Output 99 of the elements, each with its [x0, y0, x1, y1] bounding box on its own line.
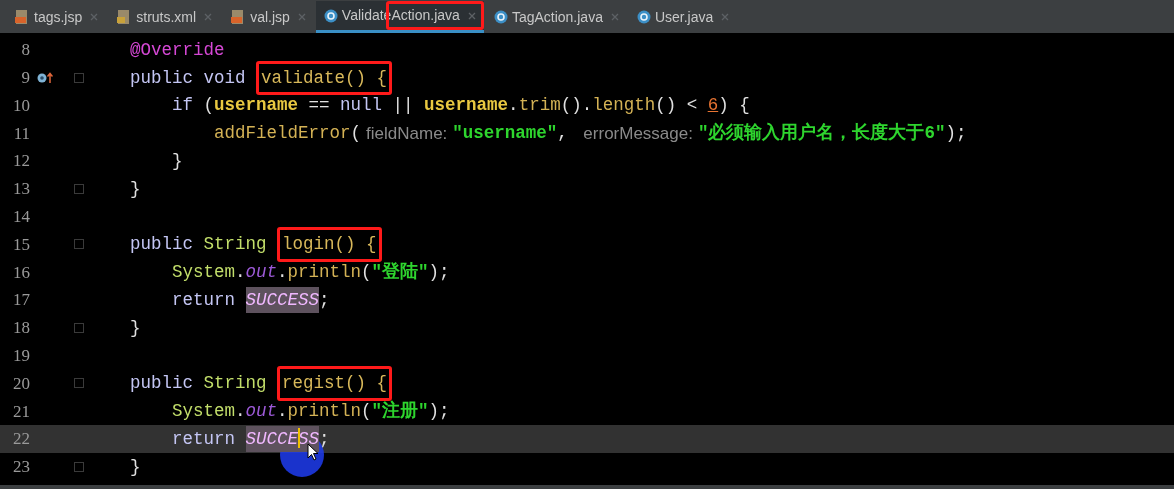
- type-name: System: [172, 400, 235, 424]
- method-name: validate() {: [256, 60, 393, 95]
- fold-icon[interactable]: [74, 183, 84, 194]
- code-text: );: [428, 400, 450, 424]
- constant: SUCCESS: [245, 286, 320, 314]
- field-name: username: [424, 94, 509, 118]
- tab-label: tags.jsp: [34, 7, 83, 27]
- type-name: System: [172, 261, 235, 285]
- jsp-file-icon: [14, 9, 30, 25]
- code-text: }: [130, 177, 141, 201]
- code-text: );: [945, 122, 967, 146]
- keyword: null: [340, 94, 383, 118]
- code-text: (: [361, 261, 372, 285]
- code-text: }: [130, 316, 141, 340]
- code-text: ||: [391, 94, 415, 118]
- code-text: (: [350, 122, 362, 146]
- line-number: 11: [12, 122, 30, 145]
- static-field: out: [245, 259, 278, 286]
- line-number: 10: [12, 94, 30, 117]
- class-icon: [493, 10, 508, 24]
- class-icon: [636, 10, 651, 24]
- code-text: .: [277, 400, 288, 424]
- override-icon[interactable]: [37, 71, 53, 84]
- close-icon[interactable]: [204, 13, 213, 21]
- keyword: public: [130, 233, 194, 257]
- tab-label: User.java: [654, 7, 714, 27]
- line-number: 13: [12, 178, 30, 201]
- annotation: @Override: [130, 38, 225, 62]
- close-icon[interactable]: [90, 13, 99, 21]
- line-number: 12: [12, 150, 30, 173]
- code-text: ;: [319, 288, 330, 312]
- code-text: .: [235, 400, 246, 424]
- code-text: () <: [655, 94, 699, 118]
- line-number: 19: [12, 344, 30, 367]
- line-number: 17: [12, 289, 30, 312]
- fold-icon[interactable]: [74, 239, 84, 250]
- string-literal: ″登陆″: [371, 261, 429, 285]
- code-text: .: [277, 261, 288, 285]
- string-literal: ″注册″: [371, 399, 429, 424]
- code-text: }: [130, 455, 141, 479]
- fold-icon[interactable]: [74, 461, 84, 472]
- keyword: if: [172, 94, 194, 118]
- method-name: regist() {: [277, 366, 393, 401]
- number-literal: 6: [707, 94, 719, 118]
- code-text: );: [428, 261, 450, 285]
- tab-label: TagAction.java: [511, 7, 603, 27]
- code-text: ;: [319, 427, 330, 451]
- line-number: 16: [12, 261, 30, 284]
- method-call: println: [287, 261, 362, 285]
- close-icon[interactable]: [721, 13, 730, 21]
- close-icon[interactable]: [467, 11, 476, 20]
- method-call: length: [592, 94, 656, 118]
- fold-icon[interactable]: [74, 72, 84, 83]
- code-text: .: [508, 94, 519, 118]
- tab-label: struts.xml: [136, 7, 197, 27]
- editor-tab[interactable]: User.java: [628, 1, 738, 33]
- code-text: ) {: [718, 94, 750, 118]
- code-text: ==: [307, 94, 331, 118]
- field-name: username: [214, 94, 299, 118]
- keyword: return: [172, 427, 236, 451]
- class-icon: [323, 8, 338, 23]
- editor-tab[interactable]: val.jsp: [222, 1, 314, 33]
- line-number: 14: [12, 205, 30, 228]
- string-literal: ″username″: [452, 122, 558, 146]
- parameter-hint: errorMessage:: [583, 122, 693, 145]
- type-name: String: [203, 233, 268, 257]
- fold-icon[interactable]: [74, 322, 84, 333]
- line-number: 22: [12, 428, 30, 451]
- line-number: 15: [12, 233, 30, 256]
- method-name: login() {: [277, 227, 382, 262]
- line-number: 21: [12, 400, 30, 423]
- tab-label: val.jsp: [250, 7, 290, 27]
- parameter-hint: fieldName:: [366, 122, 448, 145]
- keyword: public void: [130, 66, 247, 90]
- line-number: 20: [12, 372, 30, 395]
- code-text: ,: [557, 122, 569, 146]
- code-text: (: [203, 94, 215, 118]
- editor-tab[interactable]: tags.jsp: [6, 1, 107, 33]
- line-number: 9: [20, 66, 30, 89]
- line-number: 18: [12, 317, 30, 340]
- close-icon[interactable]: [297, 13, 306, 21]
- keyword: return: [172, 288, 236, 312]
- method-call: addFieldError: [214, 122, 351, 146]
- editor-tab[interactable]: TagAction.java: [485, 1, 627, 33]
- code-text: .: [235, 261, 246, 285]
- line-number: 23: [12, 456, 30, 479]
- static-field: out: [245, 398, 278, 425]
- string-literal: ″必须输入用户名，长度大于6″: [697, 121, 946, 146]
- code-text: ().: [560, 94, 593, 118]
- code-text: }: [172, 149, 183, 173]
- editor-tab[interactable]: struts.xml: [108, 1, 221, 33]
- type-name: String: [203, 372, 268, 396]
- close-icon[interactable]: [610, 13, 619, 21]
- keyword: public: [130, 372, 194, 396]
- code-text: (: [361, 400, 372, 424]
- fold-icon[interactable]: [74, 378, 84, 389]
- line-number: 8: [20, 39, 30, 62]
- method-call: println: [287, 400, 362, 424]
- method-call: trim: [518, 94, 561, 118]
